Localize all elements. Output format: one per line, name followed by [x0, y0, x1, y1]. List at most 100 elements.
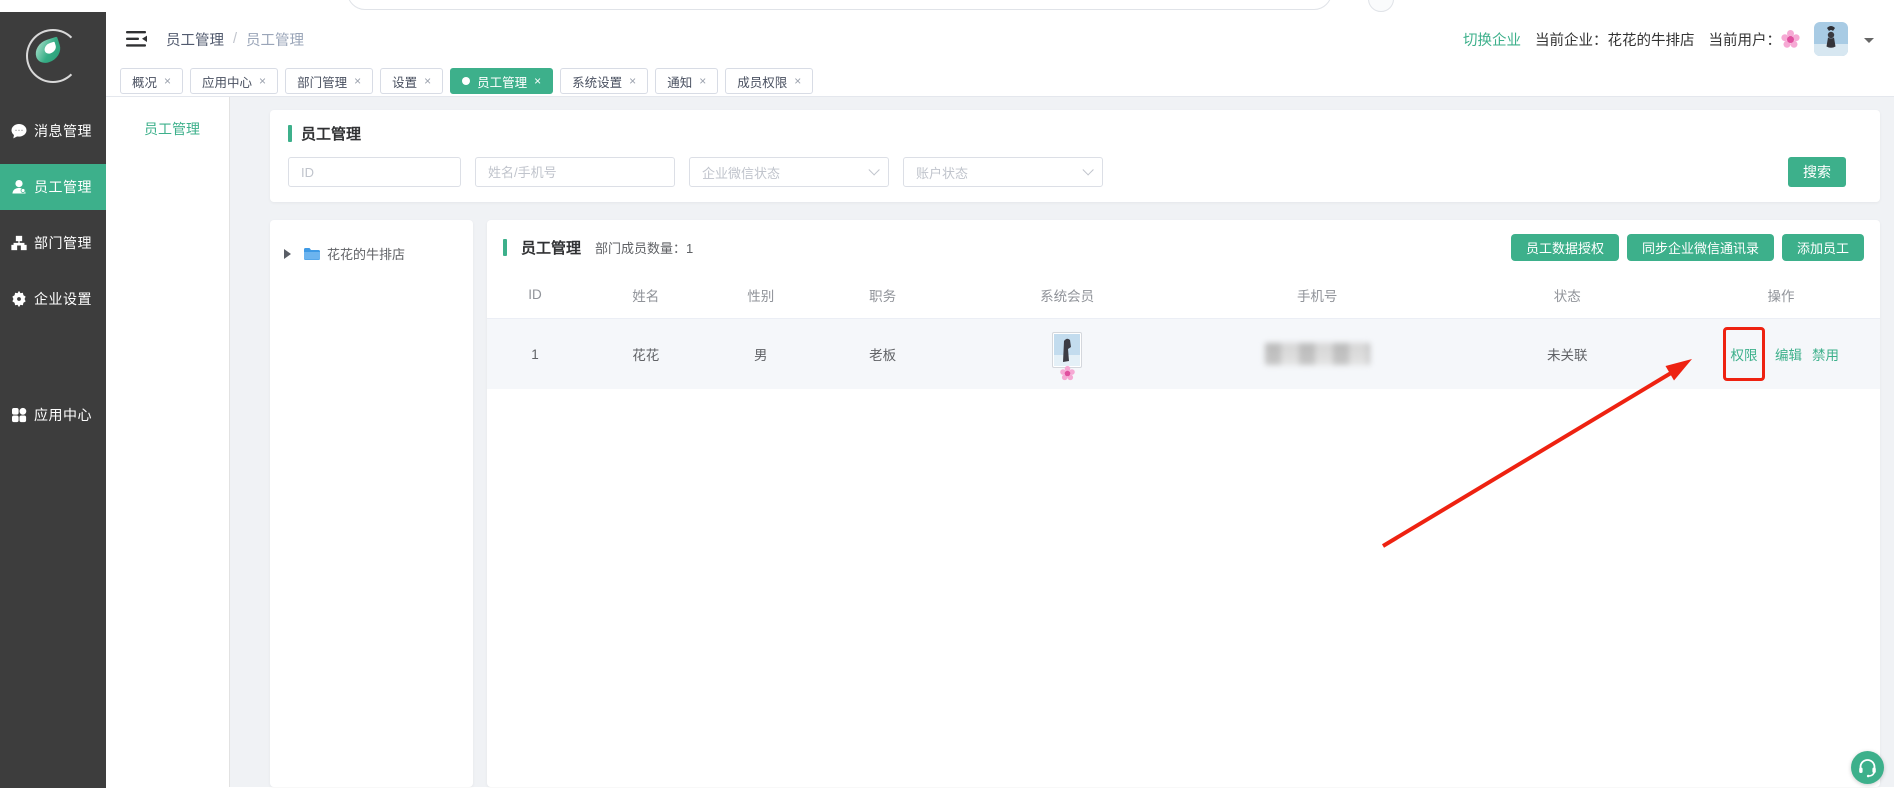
tab-close-icon[interactable]: × [534, 74, 541, 88]
cell-gender: 男 [708, 344, 812, 364]
flower-badge-icon [1787, 36, 1794, 43]
cell-name: 花花 [583, 344, 708, 364]
gear-icon [10, 291, 27, 308]
tab-bar: 概况× 应用中心× 部门管理× 设置× 员工管理× 系统设置× 通知× 成员权限… [106, 66, 1894, 97]
breadcrumb-separator: / [233, 31, 237, 47]
col-header-actions: 操作 [1682, 285, 1880, 305]
logo [0, 12, 106, 100]
logo-leaf-icon [32, 37, 64, 66]
folder-icon [303, 247, 321, 261]
tab-close-icon[interactable]: × [794, 74, 801, 88]
user-avatar[interactable] [1814, 22, 1848, 56]
content-area: 员工管理 企业微信状态 账户状态 搜索 [230, 97, 1894, 787]
cell-phone [1182, 343, 1452, 365]
member-flower-icon [1064, 370, 1070, 376]
tree-node-root[interactable]: 花花的牛排店 [284, 244, 459, 263]
tab-close-icon[interactable]: × [699, 74, 706, 88]
customer-service-button[interactable] [1851, 751, 1884, 784]
add-employee-button[interactable]: 添加员工 [1782, 234, 1864, 261]
top-header: 员工管理 / 员工管理 切换企业 当前企业：花花的牛排店 当前用户： [106, 12, 1894, 66]
search-button[interactable]: 搜索 [1788, 157, 1846, 187]
table-header-row: ID 姓名 性别 职务 系统会员 手机号 状态 操作 [487, 271, 1880, 319]
sidebar-item-label: 消息管理 [34, 121, 92, 141]
table-row: 1 花花 男 老板 [487, 319, 1880, 389]
cell-actions: 权限 编辑 禁用 [1682, 327, 1880, 381]
col-header-phone: 手机号 [1182, 285, 1452, 305]
table-card-title: 员工管理 [521, 237, 581, 258]
tree-node-label: 花花的牛排店 [327, 244, 405, 263]
wechat-status-select[interactable]: 企业微信状态 [689, 157, 889, 187]
tab-notifications[interactable]: 通知× [655, 68, 718, 94]
tab-member-permissions[interactable]: 成员权限× [725, 68, 813, 94]
message-icon [10, 123, 27, 140]
id-input[interactable] [288, 157, 461, 187]
current-user: 当前用户： [1709, 29, 1801, 50]
tab-close-icon[interactable]: × [259, 74, 266, 88]
tab-app-center[interactable]: 应用中心× [190, 68, 278, 94]
employee-icon [10, 179, 27, 196]
member-count: 部门成员数量：1 [595, 238, 693, 257]
app-grid-icon [10, 407, 27, 424]
tab-close-icon[interactable]: × [629, 74, 636, 88]
tab-close-icon[interactable]: × [354, 74, 361, 88]
edit-link[interactable]: 编辑 [1775, 344, 1802, 364]
tree-expand-icon[interactable] [284, 249, 296, 259]
sidebar-item-label: 应用中心 [34, 405, 92, 425]
sidebar-item-messages[interactable]: 消息管理 [0, 108, 106, 154]
cell-system-member [952, 332, 1182, 377]
headset-icon [1857, 757, 1878, 778]
member-avatar[interactable] [1052, 332, 1082, 368]
authorize-data-button[interactable]: 员工数据授权 [1511, 234, 1619, 261]
col-header-gender: 性别 [708, 285, 812, 305]
account-status-select[interactable]: 账户状态 [903, 157, 1103, 187]
cell-status: 未关联 [1452, 344, 1682, 364]
phone-number-redacted [1265, 343, 1370, 365]
sidebar-item-company-settings[interactable]: 企业设置 [0, 276, 106, 322]
department-icon [10, 235, 27, 252]
breadcrumb-level2: 员工管理 [246, 29, 304, 50]
col-header-status: 状态 [1452, 285, 1682, 305]
col-header-member: 系统会员 [952, 285, 1182, 305]
sidebar-item-employees[interactable]: 员工管理 [0, 164, 106, 210]
col-header-id: ID [487, 287, 583, 302]
chevron-down-icon [1082, 164, 1093, 175]
sync-wechat-contacts-button[interactable]: 同步企业微信通讯录 [1627, 234, 1774, 261]
title-accent-bar [503, 239, 507, 256]
sidebar-item-label: 部门管理 [34, 233, 92, 253]
title-accent-bar [288, 125, 292, 142]
user-menu-caret-icon[interactable] [1864, 38, 1874, 48]
filter-card: 员工管理 企业微信状态 账户状态 搜索 [270, 110, 1880, 202]
tab-employees-active[interactable]: 员工管理× [450, 68, 553, 94]
current-company: 当前企业：花花的牛排店 [1535, 29, 1695, 50]
address-bar-edge [347, 0, 1332, 10]
breadcrumb-level1[interactable]: 员工管理 [166, 29, 224, 50]
collapse-menu-icon[interactable] [126, 30, 148, 48]
sidebar-item-app-center[interactable]: 应用中心 [0, 392, 106, 438]
annotation-highlight-box: 权限 [1723, 327, 1765, 381]
sidebar-item-departments[interactable]: 部门管理 [0, 220, 106, 266]
breadcrumb: 员工管理 / 员工管理 [166, 29, 304, 50]
browser-avatar-edge [1368, 0, 1394, 12]
filter-card-title: 员工管理 [301, 123, 361, 144]
secondary-sidebar-item-employees[interactable]: 员工管理 [106, 119, 229, 139]
tab-settings[interactable]: 设置× [380, 68, 443, 94]
tab-overview[interactable]: 概况× [120, 68, 183, 94]
sidebar-item-label: 员工管理 [34, 177, 92, 197]
cell-job: 老板 [813, 344, 952, 364]
col-header-job: 职务 [813, 285, 952, 305]
department-tree-card: 花花的牛排店 [270, 220, 473, 787]
col-header-name: 姓名 [583, 285, 708, 305]
employee-table-card: 员工管理 部门成员数量：1 员工数据授权 同步企业微信通讯录 添加员工 ID 姓… [487, 220, 1880, 787]
tab-system-settings[interactable]: 系统设置× [560, 68, 648, 94]
app-window: 消息管理 员工管理 部门管理 企业设置 [0, 0, 1894, 788]
browser-chrome-sliver [0, 0, 1894, 12]
sidebar: 消息管理 员工管理 部门管理 企业设置 [0, 12, 106, 788]
name-phone-input[interactable] [475, 157, 675, 187]
disable-link[interactable]: 禁用 [1812, 344, 1839, 364]
sidebar-item-label: 企业设置 [34, 289, 92, 309]
tab-departments[interactable]: 部门管理× [285, 68, 373, 94]
tab-close-icon[interactable]: × [424, 74, 431, 88]
switch-company-link[interactable]: 切换企业 [1463, 29, 1521, 50]
permission-link[interactable]: 权限 [1731, 344, 1758, 364]
tab-close-icon[interactable]: × [164, 74, 171, 88]
